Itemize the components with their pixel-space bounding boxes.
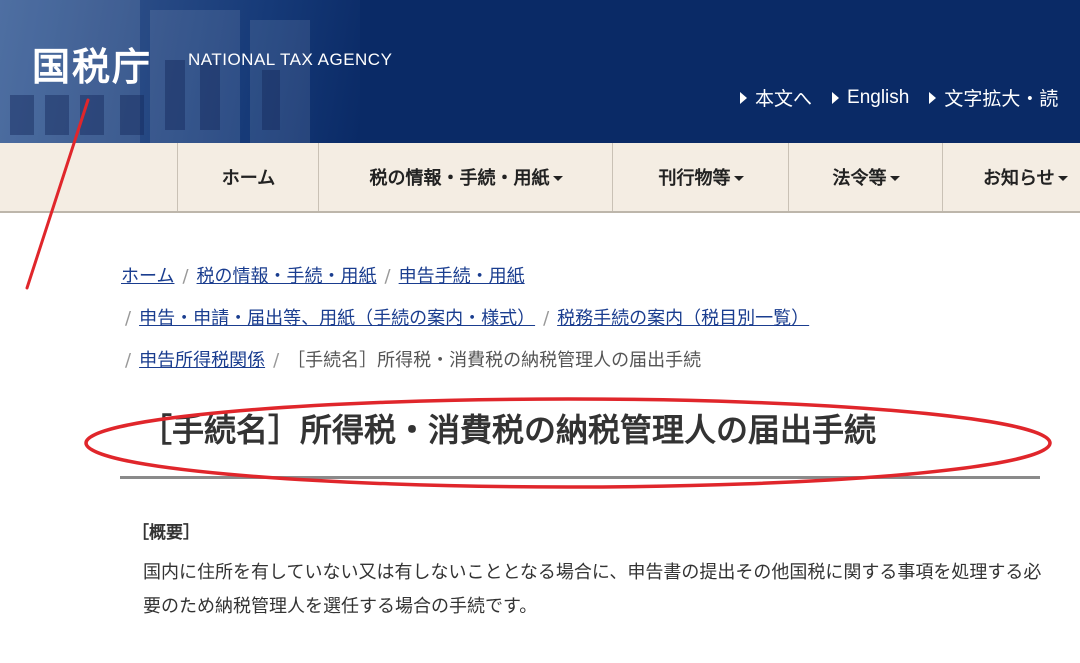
utility-links: 本文へ English 文字拡大・読: [740, 84, 1058, 111]
breadcrumb-link-forms[interactable]: 申告・申請・届出等、用紙（手続の案内・様式）: [139, 308, 535, 329]
breadcrumb-row: / 申告所得税関係 / ［手続名］所得税・消費税の納税管理人の届出手続: [121, 346, 701, 372]
breadcrumb-separator: /: [543, 308, 550, 329]
breadcrumb-current: ［手続名］所得税・消費税の納税管理人の届出手続: [287, 350, 702, 371]
nav-item-label: ホーム: [221, 168, 276, 189]
breadcrumb-separator: /: [182, 266, 189, 287]
overview-text: 国内に住所を有していない又は有しないこととなる場合に、申告書の提出その他国税に関…: [143, 562, 1042, 617]
global-nav: ホーム 税の情報・手続・用紙 刊行物等 法令等 お知らせ: [0, 143, 1080, 213]
overview-heading: ［概要］: [132, 523, 200, 543]
nav-item-label: お知らせ: [983, 168, 1055, 189]
breadcrumb-row: / 申告・申請・届出等、用紙（手続の案内・様式） / 税務手続の案内（税目別一覧）: [121, 304, 809, 330]
text-size-link[interactable]: 文字拡大・読: [929, 84, 1058, 111]
nav-item-label: 刊行物等: [658, 168, 731, 189]
breadcrumb-separator: /: [125, 308, 132, 329]
english-label: English: [847, 86, 910, 108]
site-logo[interactable]: 国税庁: [32, 36, 152, 91]
caret-down-icon: [1057, 175, 1068, 181]
triangle-right-icon: [740, 91, 747, 104]
nav-item-label: 法令等: [832, 168, 887, 189]
triangle-right-icon: [832, 91, 840, 104]
nav-item-laws[interactable]: 法令等: [788, 143, 943, 211]
nav-item-news[interactable]: お知らせ: [942, 143, 1080, 211]
caret-down-icon: [889, 175, 900, 181]
site-header: 国税庁 NATIONAL TAX AGENCY 本文へ English 文字拡大…: [0, 0, 1080, 143]
breadcrumb-link-procedures[interactable]: 税務手続の案内（税目別一覧）: [557, 308, 809, 329]
breadcrumb-separator: /: [384, 266, 391, 287]
breadcrumb-separator: /: [273, 350, 280, 371]
english-link[interactable]: English: [832, 84, 909, 111]
skip-to-content-label: 本文へ: [755, 89, 813, 110]
breadcrumb-row: ホーム / 税の情報・手続・用紙 / 申告手続・用紙: [121, 262, 525, 288]
title-divider: [120, 476, 1040, 479]
agency-name: NATIONAL TAX AGENCY: [188, 50, 393, 69]
nav-item-home[interactable]: ホーム: [177, 143, 319, 211]
caret-down-icon: [552, 175, 563, 181]
breadcrumb-link-filing[interactable]: 申告手続・用紙: [399, 266, 525, 287]
breadcrumb-link-tax-info[interactable]: 税の情報・手続・用紙: [197, 266, 377, 287]
caret-down-icon: [733, 175, 744, 181]
text-size-label: 文字拡大・読: [944, 89, 1059, 110]
breadcrumb-link-income-tax[interactable]: 申告所得税関係: [139, 350, 265, 371]
nav-item-label: 税の情報・手続・用紙: [369, 168, 550, 189]
breadcrumb-link-home[interactable]: ホーム: [121, 266, 174, 287]
triangle-right-icon: [929, 91, 937, 104]
breadcrumb-separator: /: [125, 350, 132, 371]
nav-item-tax-info[interactable]: 税の情報・手続・用紙: [318, 143, 613, 211]
page-title: ［手続名］所得税・消費税の納税管理人の届出手続: [140, 411, 877, 449]
skip-to-content-link[interactable]: 本文へ: [740, 84, 812, 111]
nav-item-publications[interactable]: 刊行物等: [612, 143, 789, 211]
